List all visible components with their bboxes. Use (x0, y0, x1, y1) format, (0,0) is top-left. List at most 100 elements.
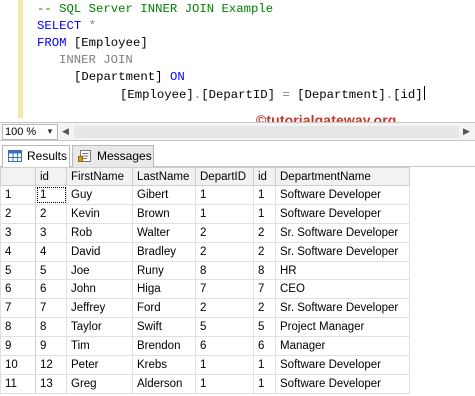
zoom-select[interactable]: 100 % ▼ (2, 124, 58, 140)
table-cell[interactable]: Software Developer (275, 373, 410, 394)
table-cell[interactable]: Tim (66, 336, 133, 357)
table-cell[interactable]: 2 (195, 241, 254, 262)
table-cell[interactable]: Ford (132, 298, 196, 319)
table-cell[interactable]: 4 (35, 241, 67, 262)
table-cell[interactable]: 1 (195, 373, 254, 394)
table-cell[interactable]: 13 (35, 373, 67, 394)
table-cell[interactable]: 1 (253, 355, 276, 375)
column-header[interactable]: DepartID (195, 167, 254, 186)
table-cell[interactable]: Walter (132, 222, 196, 243)
table-cell[interactable]: Software Developer (275, 203, 410, 224)
table-cell[interactable]: HR (275, 260, 410, 281)
query-editor[interactable]: -- SQL Server INNER JOIN Example SELECT … (0, 0, 475, 118)
table-cell[interactable]: Guy (66, 185, 133, 205)
table-cell[interactable]: 1 (195, 185, 254, 205)
table-row[interactable]: 7 7 Jeffrey Ford 2 2 Sr. Software Developer (0, 298, 410, 319)
row-number[interactable]: 4 (0, 241, 36, 262)
column-header[interactable]: id (253, 167, 276, 186)
table-cell[interactable]: 6 (35, 279, 67, 300)
table-cell[interactable]: 1 (253, 373, 276, 394)
table-cell[interactable]: Brown (132, 203, 196, 224)
table-cell[interactable]: Runy (132, 260, 196, 281)
table-row[interactable]: 6 6 John Higa 7 7 CEO (0, 279, 410, 300)
table-cell[interactable]: 12 (35, 355, 67, 375)
row-number[interactable]: 3 (0, 222, 36, 243)
table-cell[interactable]: Peter (66, 355, 133, 375)
table-cell[interactable]: Sr. Software Developer (275, 241, 410, 262)
table-cell[interactable]: 5 (195, 317, 254, 338)
row-number[interactable]: 7 (0, 298, 36, 319)
row-number[interactable]: 10 (0, 355, 36, 375)
table-cell[interactable]: 2 (253, 298, 276, 319)
table-row[interactable]: 4 4 David Bradley 2 2 Sr. Software Developer (0, 241, 410, 262)
table-cell[interactable]: Software Developer (275, 355, 410, 375)
table-cell[interactable]: Swift (132, 317, 196, 338)
column-header[interactable]: LastName (132, 167, 196, 186)
table-cell[interactable]: 1 (195, 203, 254, 224)
table-cell[interactable]: 9 (35, 336, 67, 357)
table-cell[interactable]: CEO (275, 279, 410, 300)
scroll-right-icon[interactable]: ▶ (463, 126, 470, 137)
table-row[interactable]: 11 13 Greg Alderson 1 1 Software Developer (0, 373, 410, 394)
table-cell[interactable]: Manager (275, 336, 410, 357)
tab-results[interactable]: Results (2, 145, 70, 168)
table-cell[interactable]: Alderson (132, 373, 196, 394)
table-cell[interactable]: 2 (195, 298, 254, 319)
table-cell[interactable]: 5 (253, 317, 276, 338)
row-number[interactable]: 6 (0, 279, 36, 300)
row-number[interactable]: 9 (0, 336, 36, 357)
table-cell[interactable]: 2 (253, 241, 276, 262)
table-cell[interactable]: Sr. Software Developer (275, 298, 410, 319)
table-cell[interactable]: Jeffrey (66, 298, 133, 319)
chevron-down-icon[interactable]: ▼ (44, 125, 56, 139)
table-cell[interactable]: 7 (35, 298, 67, 319)
table-row[interactable]: 2 2 Kevin Brown 1 1 Software Developer (0, 203, 410, 224)
row-number[interactable]: 11 (0, 373, 36, 394)
table-cell[interactable]: 1 (253, 185, 276, 205)
row-number[interactable]: 8 (0, 317, 36, 338)
table-cell[interactable]: Bradley (132, 241, 196, 262)
table-row[interactable]: 8 8 Taylor Swift 5 5 Project Manager (0, 317, 410, 338)
table-cell[interactable]: John (66, 279, 133, 300)
table-row[interactable]: 1 1 Guy Gibert 1 1 Software Developer (0, 185, 410, 205)
table-cell[interactable]: 1 (195, 355, 254, 375)
table-cell[interactable]: Higa (132, 279, 196, 300)
table-row[interactable]: 5 5 Joe Runy 8 8 HR (0, 260, 410, 281)
table-cell[interactable]: 7 (195, 279, 254, 300)
table-cell[interactable]: 6 (253, 336, 276, 357)
table-cell[interactable]: Project Manager (275, 317, 410, 338)
table-cell[interactable]: 5 (35, 260, 67, 281)
column-header[interactable]: DepartmentName (275, 167, 410, 186)
table-row[interactable]: 10 12 Peter Krebs 1 1 Software Developer (0, 355, 410, 375)
table-cell[interactable]: Taylor (66, 317, 133, 338)
row-number[interactable]: 1 (0, 185, 36, 205)
grid-corner[interactable] (0, 167, 36, 186)
table-cell[interactable]: Kevin (66, 203, 133, 224)
table-cell[interactable]: Rob (66, 222, 133, 243)
table-cell[interactable]: Software Developer (275, 185, 410, 205)
table-cell[interactable]: David (66, 241, 133, 262)
table-cell[interactable]: 8 (195, 260, 254, 281)
row-number[interactable]: 5 (0, 260, 36, 281)
column-header[interactable]: FirstName (66, 167, 133, 186)
table-cell[interactable]: Krebs (132, 355, 196, 375)
table-row[interactable]: 9 9 Tim Brendon 6 6 Manager (0, 336, 410, 357)
table-cell[interactable]: 6 (195, 336, 254, 357)
horizontal-scrollbar[interactable] (74, 126, 459, 138)
table-cell[interactable]: 1 (253, 203, 276, 224)
scroll-left-icon[interactable]: ◀ (62, 126, 69, 137)
table-cell[interactable]: 8 (253, 260, 276, 281)
table-cell[interactable]: Brendon (132, 336, 196, 357)
table-cell[interactable]: 3 (35, 222, 67, 243)
row-number[interactable]: 2 (0, 203, 36, 224)
tab-messages[interactable]: Messages (72, 145, 154, 167)
table-cell[interactable]: Sr. Software Developer (275, 222, 410, 243)
results-grid[interactable]: id FirstName LastName DepartID id Depart… (0, 167, 475, 396)
table-cell[interactable]: 7 (253, 279, 276, 300)
table-cell[interactable]: 8 (35, 317, 67, 338)
table-cell[interactable]: Gibert (132, 185, 196, 205)
table-cell[interactable]: Greg (66, 373, 133, 394)
table-cell[interactable]: 1 (35, 185, 67, 205)
table-row[interactable]: 3 3 Rob Walter 2 2 Sr. Software Developer (0, 222, 410, 243)
table-cell[interactable]: 2 (253, 222, 276, 243)
